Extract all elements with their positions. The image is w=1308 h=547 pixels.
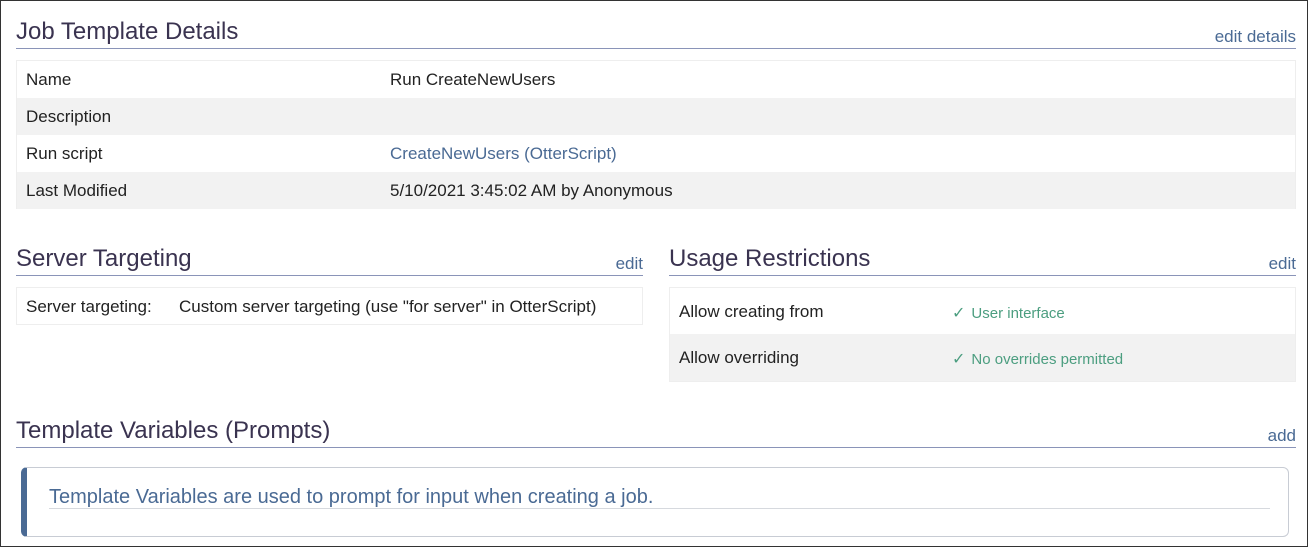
run-script-link[interactable]: CreateNewUsers (OtterScript): [390, 144, 617, 164]
name-label: Name: [26, 70, 72, 89]
edit-details-link[interactable]: edit details: [1215, 27, 1296, 47]
usage-restrictions-table: Allow creating from ✓ User interface Allo…: [669, 287, 1296, 382]
info-divider: [49, 508, 1270, 509]
server-targeting-row: Server targeting: Custom server targetin…: [17, 288, 642, 324]
details-row-name: Name Run CreateNewUsers: [17, 61, 1295, 98]
details-row-last-modified: Last Modified 5/10/2021 3:45:02 AM by An…: [17, 172, 1295, 209]
server-targeting-title: Server Targeting: [16, 245, 192, 272]
checkmark-icon: ✓: [952, 351, 966, 368]
allow-overriding-text: No overrides permitted: [971, 351, 1124, 368]
details-row-description: Description: [17, 98, 1295, 135]
last-modified-label: Last Modified: [26, 181, 128, 200]
job-template-title: Job Template Details: [16, 18, 239, 45]
server-targeting-table: Server targeting: Custom server targetin…: [16, 287, 643, 325]
app-frame: Job Template Details edit details Name R…: [0, 0, 1308, 547]
usage-restrictions-header: Usage Restrictions edit: [669, 228, 1296, 276]
run-script-label: Run script: [26, 144, 103, 163]
template-variables-title: Template Variables (Prompts): [16, 417, 331, 444]
allow-creating-from-text: User interface: [971, 305, 1065, 322]
usage-row-overriding: Allow overriding ✓ No overrides permitted: [670, 334, 1295, 381]
details-row-run-script: Run script CreateNewUsers (OtterScript): [17, 135, 1295, 172]
server-targeting-edit-link[interactable]: edit: [616, 254, 643, 274]
template-variables-info-text: Template Variables are used to prompt fo…: [49, 486, 654, 508]
template-variables-info-box: Template Variables are used to prompt fo…: [21, 467, 1289, 537]
allow-creating-from-label: Allow creating from: [679, 302, 824, 321]
server-targeting-value: Custom server targeting (use "for server…: [179, 297, 597, 316]
allow-creating-from-value: ✓ User interface: [952, 303, 1065, 323]
checkmark-icon: ✓: [952, 305, 966, 322]
usage-restrictions-edit-link[interactable]: edit: [1269, 254, 1296, 274]
server-targeting-header: Server Targeting edit: [16, 228, 643, 276]
allow-overriding-label: Allow overriding: [679, 348, 799, 367]
name-value: Run CreateNewUsers: [390, 70, 556, 89]
template-variables-header: Template Variables (Prompts) add: [16, 400, 1296, 448]
usage-row-creating-from: Allow creating from ✓ User interface: [670, 288, 1295, 334]
server-targeting-label: Server targeting:: [26, 297, 152, 316]
description-label: Description: [26, 107, 112, 126]
usage-restrictions-title: Usage Restrictions: [669, 245, 871, 272]
job-template-details-table: Name Run CreateNewUsers Description Run …: [16, 60, 1296, 209]
allow-overriding-value: ✓ No overrides permitted: [952, 349, 1123, 369]
last-modified-value: 5/10/2021 3:45:02 AM by Anonymous: [390, 181, 673, 200]
add-variable-link[interactable]: add: [1268, 426, 1296, 446]
job-template-header: Job Template Details edit details: [16, 1, 1296, 49]
